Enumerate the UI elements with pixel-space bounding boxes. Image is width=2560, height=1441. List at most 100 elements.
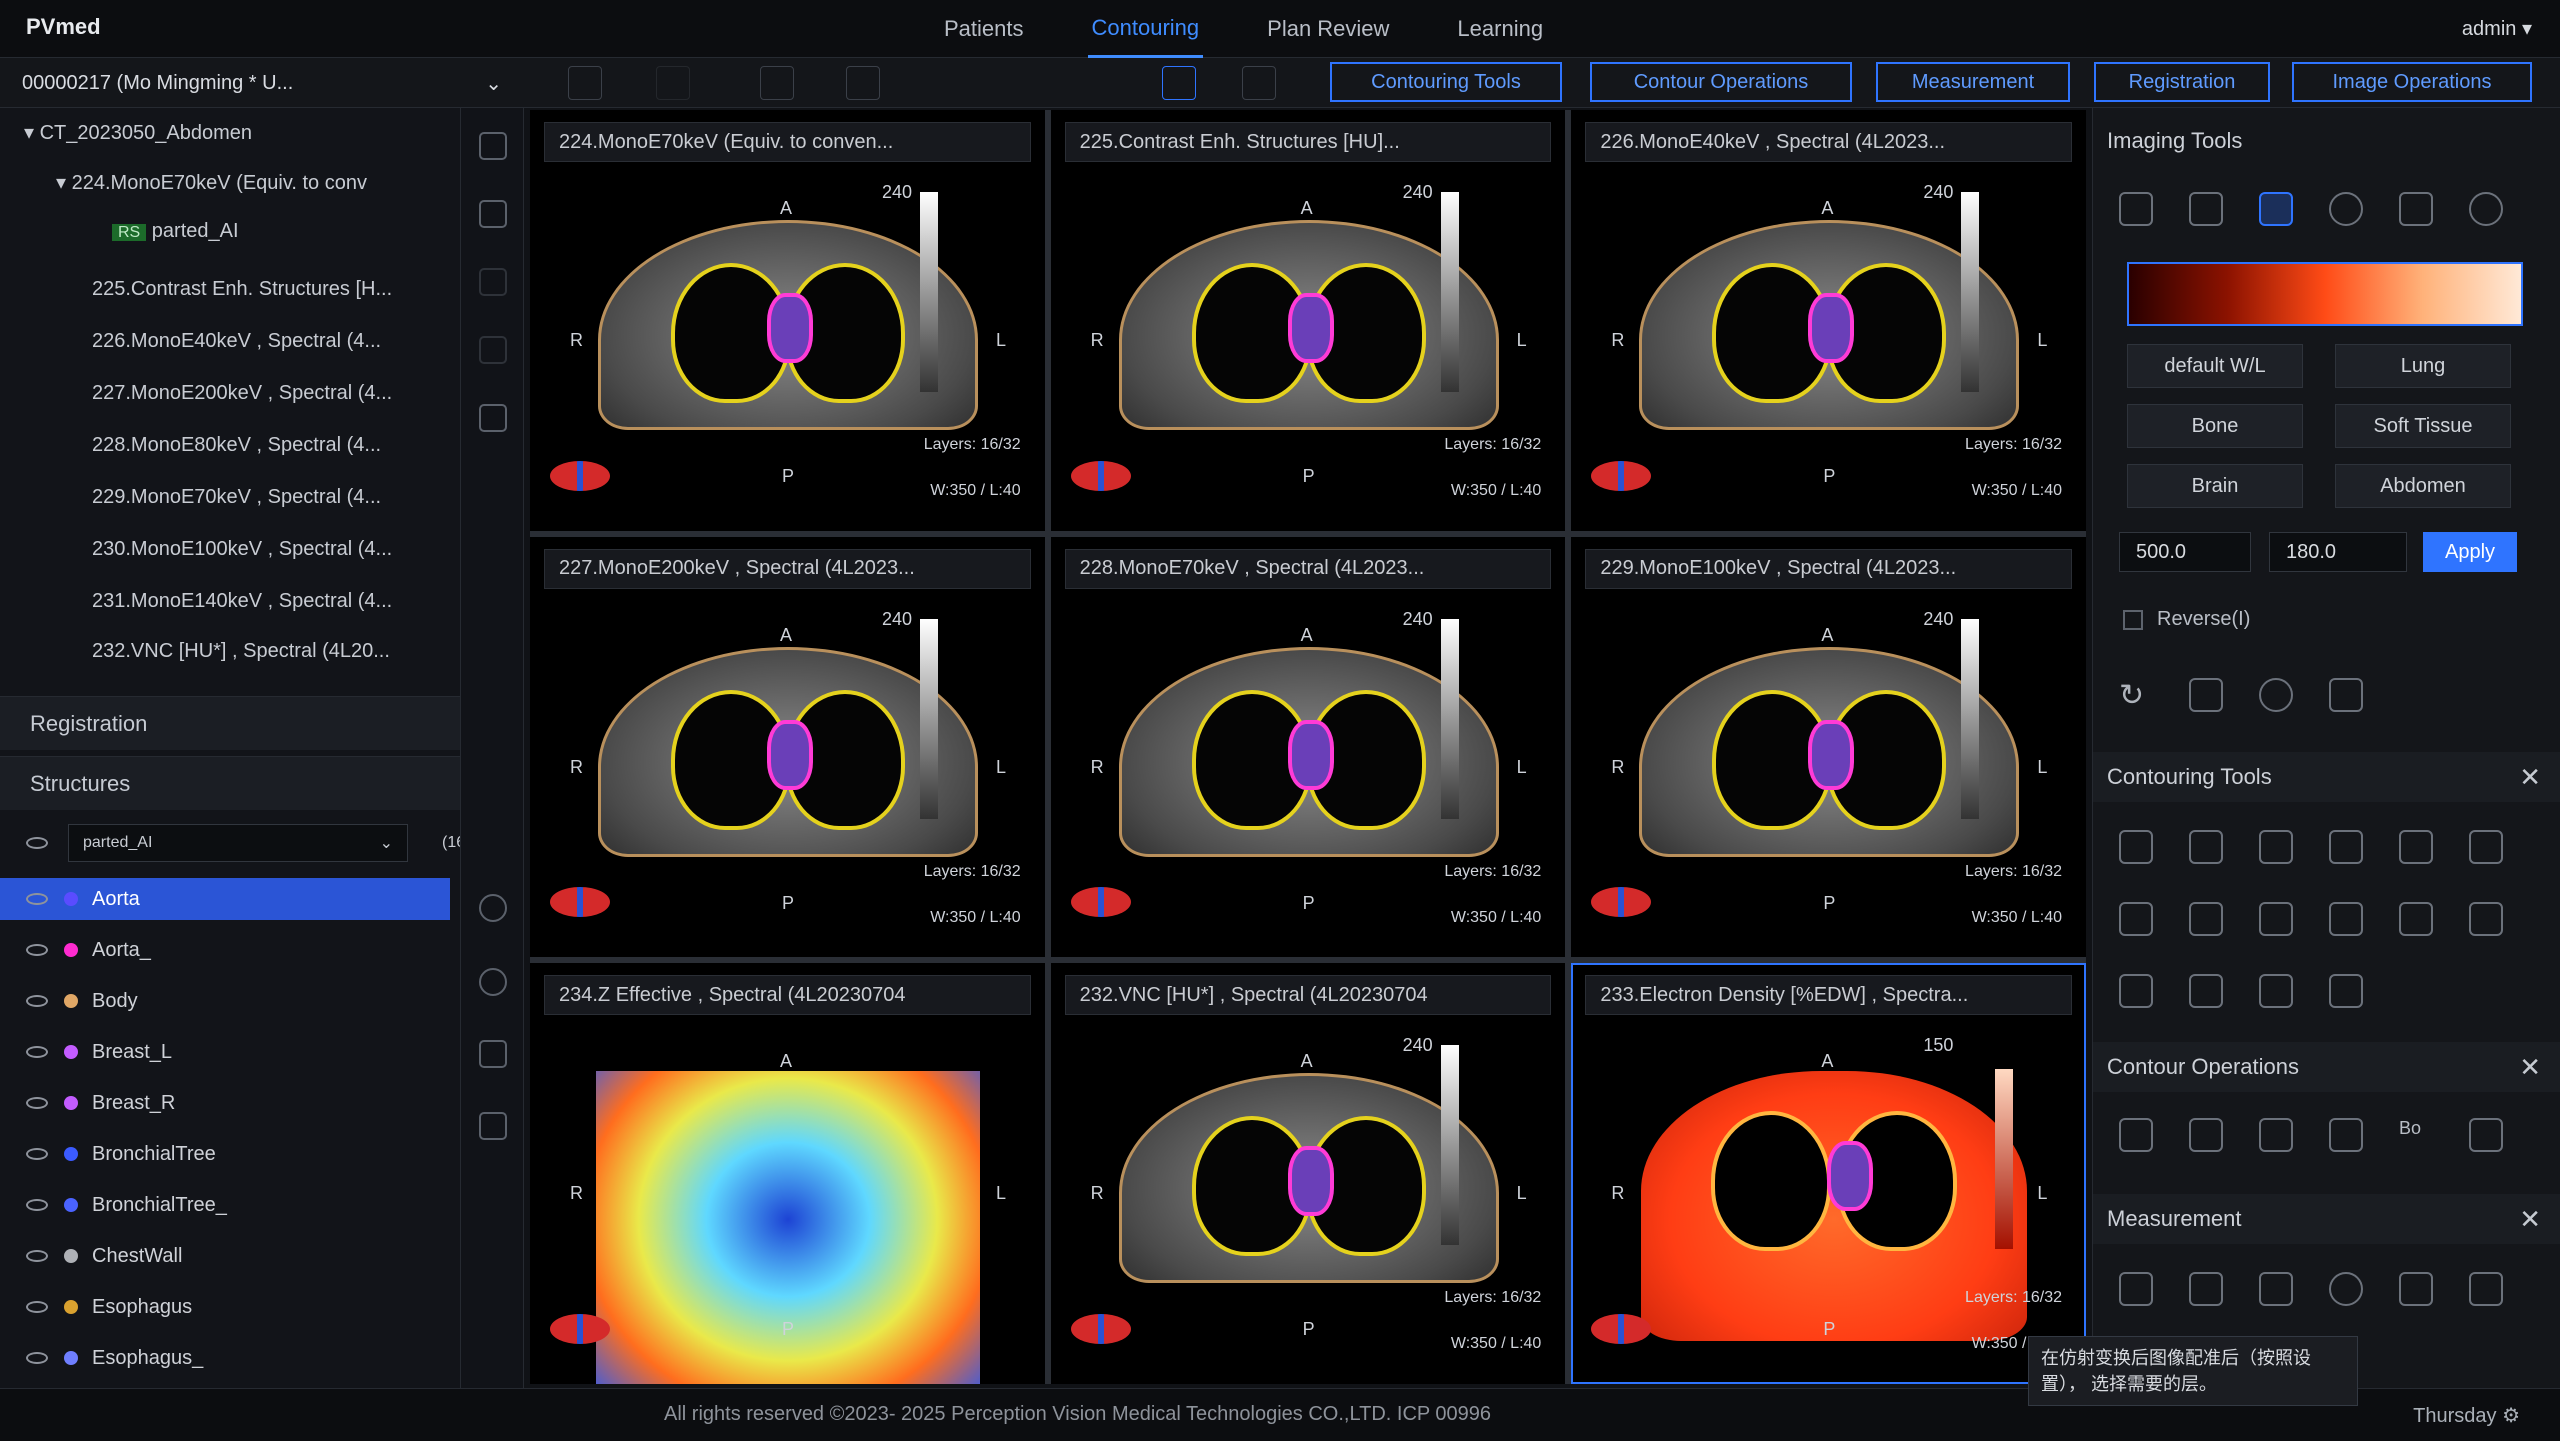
window-input[interactable]: 500.0 <box>2119 532 2251 572</box>
split-layout-icon[interactable] <box>1242 66 1276 100</box>
eye-icon[interactable] <box>26 944 48 956</box>
import-icon[interactable] <box>479 132 507 160</box>
interpolate-icon[interactable] <box>2119 902 2153 936</box>
viewport-title[interactable]: 226.MonoE40keV , Spectral (4L2023... <box>1585 122 2072 162</box>
structure-color-swatch[interactable] <box>64 892 78 906</box>
preset-lung[interactable]: Lung <box>2335 344 2511 388</box>
structure-row[interactable]: Aorta_ <box>0 929 450 971</box>
apply-button[interactable]: Apply <box>2423 532 2517 572</box>
tab-plan-review[interactable]: Plan Review <box>1263 2 1393 56</box>
viewport[interactable]: 227.MonoE200keV , Spectral (4L2023... 240… <box>530 536 1045 958</box>
structure-row[interactable]: BronchialTree_ <box>0 1184 450 1226</box>
hand-icon[interactable] <box>760 66 794 100</box>
delete-icon[interactable] <box>479 336 507 364</box>
boolean-icon[interactable]: Bo <box>2399 1118 2433 1152</box>
preset-brain[interactable]: Brain <box>2127 464 2303 508</box>
viewport[interactable]: 232.VNC [HU*] , Spectral (4L20230704 240 A… <box>1050 963 1566 1384</box>
tab-patients[interactable]: Patients <box>940 2 1028 56</box>
eye-icon[interactable] <box>26 1097 48 1109</box>
move-icon[interactable] <box>2259 902 2293 936</box>
series-item[interactable]: ▾ 224.MonoE70keV (Equiv. to conv <box>0 170 444 204</box>
eye-icon[interactable] <box>26 893 48 905</box>
series-item[interactable]: 229.MonoE70keV , Spectral (4... <box>0 486 444 520</box>
preset-soft-tissue[interactable]: Soft Tissue <box>2335 404 2511 448</box>
window-level-icon[interactable] <box>2259 192 2293 226</box>
series-root[interactable]: ▾ CT_2023050_Abdomen <box>0 120 444 154</box>
pencil-icon[interactable] <box>2119 830 2153 864</box>
preset-default-wl[interactable]: default W/L <box>2127 344 2303 388</box>
colormap-bar[interactable] <box>2127 262 2523 326</box>
fit-icon[interactable] <box>2189 678 2223 712</box>
copy-slice-icon[interactable] <box>2399 830 2433 864</box>
tab-contour-operations[interactable]: Contour Operations <box>1590 62 1852 102</box>
structure-set-item[interactable]: RS parted_AI <box>0 220 444 254</box>
eye-icon[interactable] <box>26 1199 48 1211</box>
cobb-angle-icon[interactable] <box>2259 1272 2293 1306</box>
pin-icon[interactable] <box>2399 902 2433 936</box>
structure-color-swatch[interactable] <box>64 1351 78 1365</box>
refresh-icon[interactable] <box>846 66 880 100</box>
preset-abdomen[interactable]: Abdomen <box>2335 464 2511 508</box>
viewport-title[interactable]: 232.VNC [HU*] , Spectral (4L20230704 <box>1064 975 1552 1016</box>
gear-icon[interactable]: ⚙ <box>2502 1405 2520 1427</box>
erase-slice-icon[interactable] <box>2189 902 2223 936</box>
union-icon[interactable] <box>2119 1118 2153 1152</box>
structure-color-swatch[interactable] <box>64 1198 78 1212</box>
structure-color-swatch[interactable] <box>64 943 78 957</box>
viewport[interactable]: 226.MonoE40keV , Spectral (4L2023... 240 A… <box>1571 110 2086 531</box>
structure-row[interactable]: Body <box>0 980 450 1022</box>
structure-color-swatch[interactable] <box>64 1147 78 1161</box>
margin-icon[interactable] <box>2469 1118 2503 1152</box>
eye-icon[interactable] <box>26 1148 48 1160</box>
eye-icon[interactable] <box>26 1250 48 1262</box>
viewport-title[interactable]: 225.Contrast Enh. Structures [HU]... <box>1064 122 1552 162</box>
viewport-title[interactable]: 227.MonoE200keV , Spectral (4L2023... <box>544 548 1031 589</box>
structure-row[interactable]: Esophagus_ <box>0 1337 450 1379</box>
mirror-icon[interactable] <box>2329 678 2363 712</box>
viewport[interactable]: 229.MonoE100keV , Spectral (4L2023... 240… <box>1571 536 2086 958</box>
series-item[interactable]: 227.MonoE200keV , Spectral (4... <box>0 382 444 416</box>
viewport[interactable]: 224.MonoE70keV (Equiv. to conven... 240 A R… <box>530 110 1045 531</box>
angle-icon[interactable] <box>2189 1272 2223 1306</box>
viewport-title[interactable]: 229.MonoE100keV , Spectral (4L2023... <box>1585 548 2072 589</box>
smart-brush-icon[interactable] <box>2329 830 2363 864</box>
settings-icon[interactable] <box>2189 974 2223 1008</box>
grid-layout-icon[interactable] <box>1162 66 1196 100</box>
reset-icon[interactable] <box>2469 192 2503 226</box>
add-structure-icon[interactable] <box>479 894 507 922</box>
series-item[interactable]: 225.Contrast Enh. Structures [H... <box>0 278 444 312</box>
structure-row[interactable]: Esophagus <box>0 1286 450 1328</box>
series-item[interactable]: 226.MonoE40keV , Spectral (4... <box>0 330 444 364</box>
fill-icon[interactable] <box>2259 830 2293 864</box>
patient-dropdown[interactable]: 00000217 (Mo Mingming * U... ⌄ <box>22 66 502 100</box>
viewport[interactable]: 228.MonoE70keV , Spectral (4L2023... 240 A… <box>1050 536 1566 958</box>
structure-row[interactable]: ChestWall <box>0 1235 450 1277</box>
copy-icon[interactable] <box>479 268 507 296</box>
viewport-title[interactable]: 224.MonoE70keV (Equiv. to conven... <box>544 122 1031 162</box>
brush-icon[interactable] <box>2189 830 2223 864</box>
pan-icon[interactable] <box>2399 192 2433 226</box>
rotate-icon[interactable]: ↻ <box>2119 678 2153 712</box>
eraser-icon[interactable] <box>2469 1272 2503 1306</box>
structure-color-swatch[interactable] <box>64 994 78 1008</box>
close-icon[interactable]: ✕ <box>2519 1052 2541 1083</box>
structure-color-swatch[interactable] <box>64 1300 78 1314</box>
flip-icon[interactable] <box>2259 678 2293 712</box>
sync-icon[interactable] <box>479 200 507 228</box>
probe-icon[interactable] <box>2399 1272 2433 1306</box>
paste-slice-icon[interactable] <box>2469 830 2503 864</box>
export-icon[interactable] <box>479 404 507 432</box>
viewport[interactable]: 225.Contrast Enh. Structures [HU]... 240 A… <box>1050 110 1566 531</box>
viewport-title[interactable]: 228.MonoE70keV , Spectral (4L2023... <box>1064 548 1552 589</box>
eye-icon[interactable] <box>26 1046 48 1058</box>
structure-row[interactable]: BronchialTree <box>0 1133 450 1175</box>
viewport[interactable]: 234.Z Effective , Spectral (4L20230704 A R… <box>530 963 1045 1384</box>
smooth-icon[interactable] <box>2329 902 2363 936</box>
structure-color-swatch[interactable] <box>64 1096 78 1110</box>
series-item[interactable]: 228.MonoE80keV , Spectral (4... <box>0 434 444 468</box>
home-icon[interactable] <box>479 1112 507 1140</box>
close-icon[interactable]: ✕ <box>2519 1204 2541 1235</box>
series-item[interactable]: 231.MonoE140keV , Spectral (4... <box>0 590 444 624</box>
eye-icon[interactable] <box>26 837 48 849</box>
ruler-icon[interactable] <box>2119 1272 2153 1306</box>
